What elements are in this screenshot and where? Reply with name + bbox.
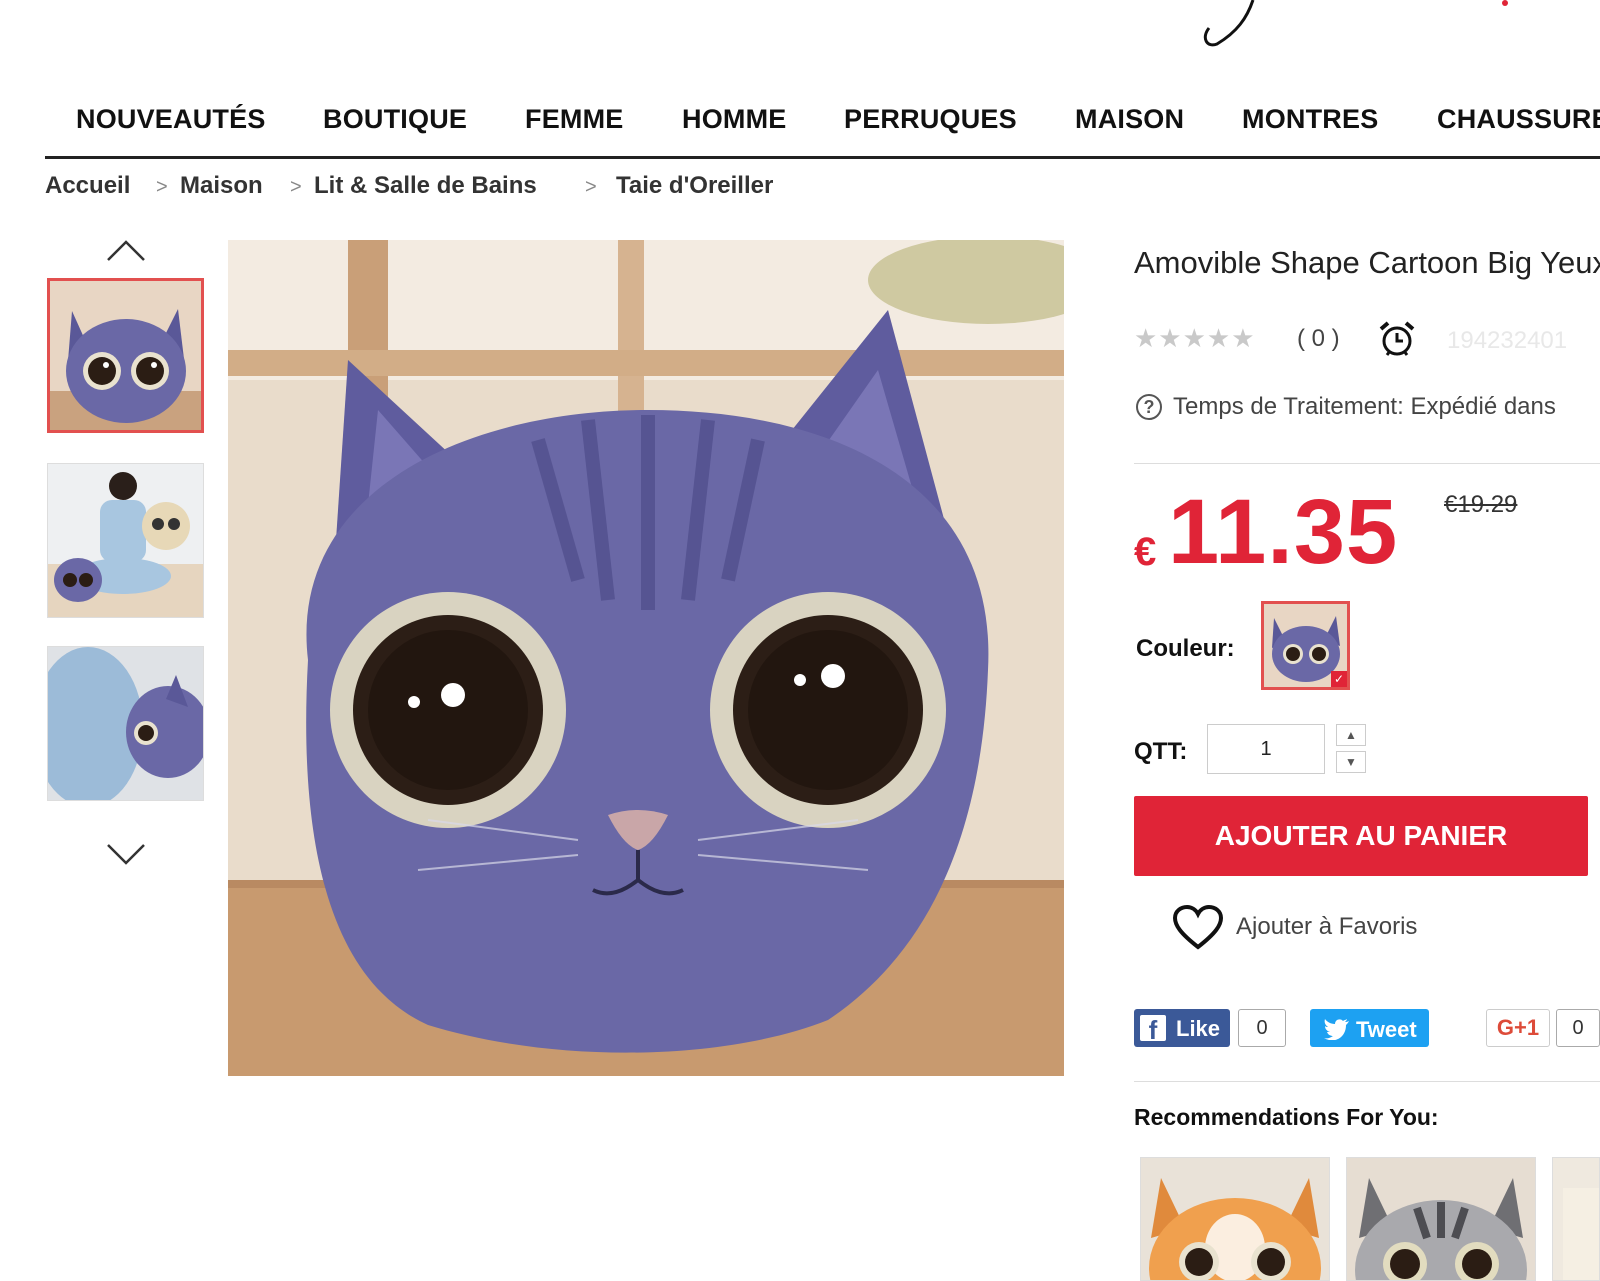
breadcrumb-accueil[interactable]: Accueil bbox=[45, 172, 130, 200]
price-currency: € bbox=[1134, 530, 1157, 574]
recommendation-item[interactable] bbox=[1140, 1157, 1330, 1281]
alarm-clock-icon bbox=[1379, 321, 1415, 356]
main-nav: NOUVEAUTÉS BOUTIQUE FEMME HOMME PERRUQUE… bbox=[45, 100, 1600, 159]
heart-icon[interactable] bbox=[1172, 905, 1224, 951]
nav-item-chaussures[interactable]: CHAUSSURES bbox=[1437, 104, 1600, 135]
breadcrumb-separator: > bbox=[290, 176, 302, 198]
nav-item-boutique[interactable]: BOUTIQUE bbox=[323, 104, 467, 135]
facebook-icon: f bbox=[1140, 1015, 1166, 1045]
color-swatch-selected[interactable]: ✓ bbox=[1261, 601, 1350, 690]
chevron-up-icon[interactable] bbox=[106, 238, 146, 262]
price: 11.35 bbox=[1168, 481, 1399, 583]
breadcrumb-separator: > bbox=[585, 176, 597, 198]
qty-label: QTT: bbox=[1134, 738, 1188, 765]
girl-with-cat-pillows-thumbnail-image bbox=[48, 464, 203, 617]
grey-tabby-cat-pillow-image bbox=[1347, 1158, 1535, 1280]
question-icon[interactable]: ? bbox=[1136, 394, 1162, 420]
cat-pillow-side-thumbnail-image bbox=[48, 647, 203, 800]
quantity-input[interactable] bbox=[1207, 724, 1325, 774]
qty-decrease-button[interactable]: ▼ bbox=[1336, 751, 1366, 773]
old-price: €19.29 bbox=[1444, 491, 1518, 518]
facebook-like-label: Like bbox=[1176, 1016, 1221, 1041]
processing-value: Expédié dans bbox=[1410, 393, 1556, 420]
divider bbox=[1134, 463, 1600, 464]
cream-cat-pillow-image bbox=[1553, 1158, 1599, 1280]
recommendations-title: Recommendations For You: bbox=[1134, 1104, 1439, 1130]
review-count[interactable]: ( 0 ) bbox=[1297, 325, 1340, 353]
recommendation-item[interactable] bbox=[1346, 1157, 1536, 1281]
google-plus-count: 0 bbox=[1556, 1009, 1600, 1047]
breadcrumb-lit-salle-de-bains[interactable]: Lit & Salle de Bains bbox=[314, 172, 537, 200]
orange-cat-pillow-image bbox=[1141, 1158, 1329, 1280]
nav-item-montres[interactable]: MONTRES bbox=[1242, 104, 1378, 135]
cat-pillow-thumbnail-image bbox=[50, 281, 201, 430]
twitter-tweet-label: Tweet bbox=[1356, 1017, 1417, 1042]
divider bbox=[1134, 1081, 1600, 1082]
logo-accent bbox=[1502, 0, 1508, 6]
twitter-tweet-button[interactable]: Tweet bbox=[1310, 1009, 1429, 1047]
facebook-like-button[interactable]: f Like bbox=[1134, 1009, 1230, 1047]
check-icon: ✓ bbox=[1331, 671, 1347, 687]
add-to-cart-button[interactable]: AJOUTER AU PANIER bbox=[1134, 796, 1588, 876]
google-plus-button[interactable]: G+1 bbox=[1486, 1009, 1550, 1047]
rating-stars[interactable]: ★★★★★ bbox=[1134, 323, 1256, 354]
processing-time: Temps de Traitement: Expédié dans bbox=[1173, 393, 1556, 421]
nav-item-maison[interactable]: MAISON bbox=[1075, 104, 1184, 135]
product-main-image[interactable] bbox=[228, 240, 1064, 1076]
nav-item-homme[interactable]: HOMME bbox=[682, 104, 787, 135]
chevron-down-icon[interactable] bbox=[106, 843, 146, 867]
cat-pillow-main-image bbox=[228, 240, 1064, 1076]
facebook-like-count: 0 bbox=[1238, 1009, 1286, 1047]
logo[interactable] bbox=[1195, 0, 1275, 48]
nav-item-femme[interactable]: FEMME bbox=[525, 104, 624, 135]
breadcrumb-separator: > bbox=[156, 176, 168, 198]
gallery-thumbnail-2[interactable] bbox=[47, 463, 204, 618]
product-sku: 194232401 bbox=[1447, 327, 1568, 354]
gallery-thumbnail-1[interactable] bbox=[47, 278, 204, 433]
nav-item-perruques[interactable]: PERRUQUES bbox=[844, 104, 1017, 135]
add-to-favorites-link[interactable]: Ajouter à Favoris bbox=[1236, 913, 1417, 941]
breadcrumb-taie-doreiller[interactable]: Taie d'Oreiller bbox=[616, 172, 773, 200]
twitter-bird-icon bbox=[1324, 1019, 1349, 1040]
qty-increase-button[interactable]: ▲ bbox=[1336, 724, 1366, 746]
gallery-thumbnail-3[interactable] bbox=[47, 646, 204, 801]
breadcrumb-maison[interactable]: Maison bbox=[180, 172, 263, 200]
recommendation-item[interactable] bbox=[1552, 1157, 1600, 1281]
nav-item-nouveautes[interactable]: NOUVEAUTÉS bbox=[76, 104, 266, 135]
processing-label: Temps de Traitement: bbox=[1173, 393, 1404, 420]
product-title: Amovible Shape Cartoon Big Yeux bbox=[1134, 245, 1600, 280]
color-label: Couleur: bbox=[1136, 635, 1235, 662]
